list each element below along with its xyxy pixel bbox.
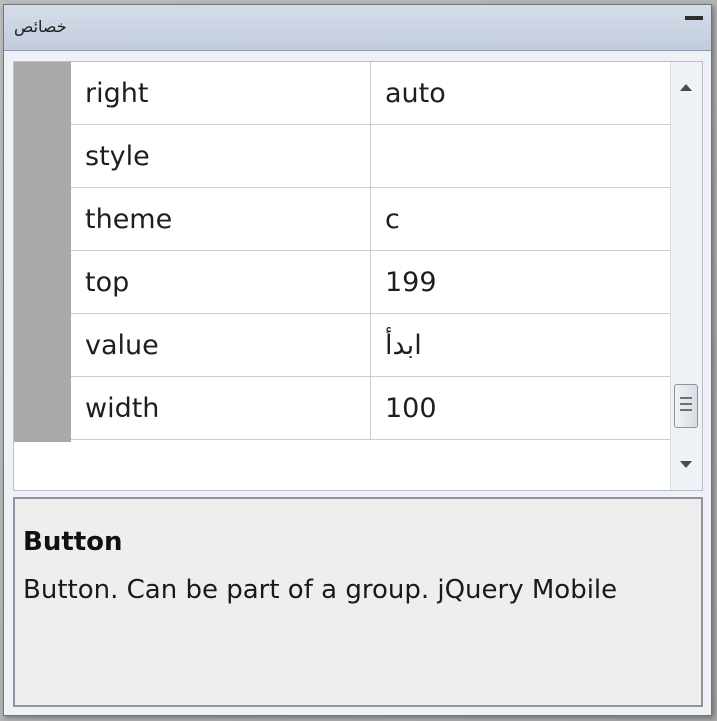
property-name: width	[71, 377, 371, 440]
property-name: right	[71, 62, 371, 125]
property-value[interactable]: c	[371, 188, 671, 251]
property-name: value	[71, 314, 371, 377]
property-value[interactable]: ابدأ	[371, 314, 671, 377]
property-row-theme[interactable]: theme c	[71, 188, 671, 251]
property-value[interactable]	[371, 125, 671, 188]
scroll-down-arrow-icon[interactable]	[680, 461, 692, 468]
property-row-style[interactable]: style	[71, 125, 671, 188]
vertical-scrollbar[interactable]	[670, 62, 702, 490]
property-name: top	[71, 251, 371, 314]
scroll-thumb[interactable]	[674, 384, 698, 428]
description-text: Button. Can be part of a group. jQuery M…	[23, 575, 618, 605]
property-row-right[interactable]: right auto	[71, 62, 671, 125]
property-value[interactable]: auto	[371, 62, 671, 125]
panel-title-bar: خصائص	[4, 5, 711, 51]
property-grid-empty-space	[14, 442, 671, 490]
minimize-icon[interactable]	[685, 16, 703, 22]
scroll-up-arrow-icon[interactable]	[680, 84, 692, 91]
property-row-width[interactable]: width 100	[71, 377, 671, 440]
property-row-value[interactable]: value ابدأ	[71, 314, 671, 377]
description-title: Button	[23, 527, 123, 557]
panel-title: خصائص	[14, 17, 67, 36]
property-row-top[interactable]: top 199	[71, 251, 671, 314]
property-name: theme	[71, 188, 371, 251]
property-value[interactable]: 100	[371, 377, 671, 440]
property-grid: right auto style theme c top 199 value ا…	[13, 61, 703, 491]
property-name: style	[71, 125, 371, 188]
properties-panel: خصائص right auto style theme c top 199 v…	[3, 4, 712, 716]
row-selector-column	[14, 62, 71, 442]
scroll-grip-icon	[680, 397, 692, 413]
property-value[interactable]: 199	[371, 251, 671, 314]
description-panel: Button Button. Can be part of a group. j…	[13, 497, 703, 707]
